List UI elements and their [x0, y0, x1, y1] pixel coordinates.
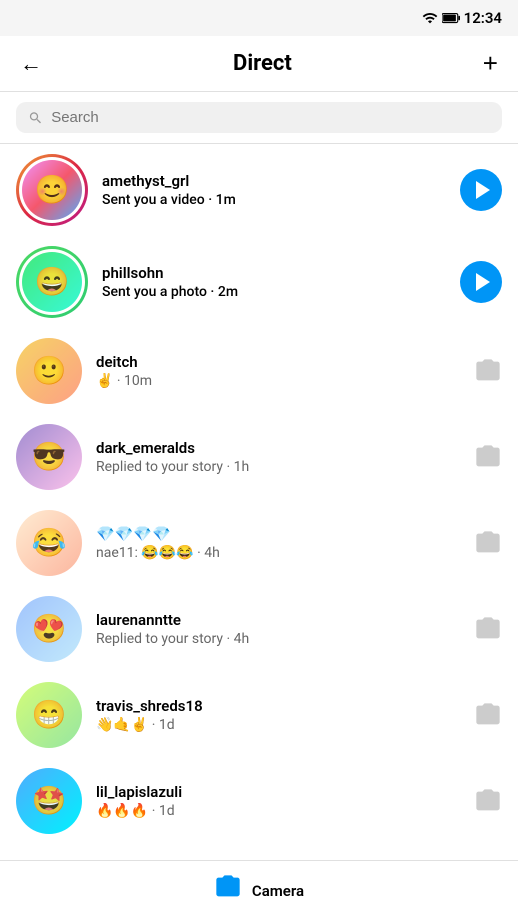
list-item[interactable]: 😁 travis_shreds18 👋🤙✌️ · 1d	[0, 672, 518, 758]
message-preview: ✌️ · 10m	[96, 373, 460, 389]
story-ring-green: 😄	[16, 246, 88, 318]
avatar: 😍	[16, 596, 82, 662]
message-info: travis_shreds18 👋🤙✌️ · 1d	[96, 697, 460, 733]
avatar: 😎	[16, 424, 82, 490]
search-container	[0, 92, 518, 144]
list-item[interactable]: 😍 laurenanntte Replied to your story · 4…	[0, 586, 518, 672]
play-button[interactable]	[460, 261, 502, 303]
avatar: 😁	[16, 682, 82, 748]
camera-action-icon[interactable]	[474, 615, 502, 643]
new-message-button[interactable]: +	[479, 44, 502, 83]
bottom-bar[interactable]: Camera	[0, 860, 518, 920]
avatar-outer: 😄	[16, 246, 88, 318]
list-item[interactable]: 😊 amethyst_grl Sent you a video · 1m	[0, 144, 518, 236]
message-preview: 👋🤙✌️ · 1d	[96, 717, 460, 733]
username: laurenanntte	[96, 611, 460, 629]
message-preview: Sent you a photo · 2m	[102, 284, 446, 300]
search-icon	[28, 110, 43, 126]
username: travis_shreds18	[96, 697, 460, 715]
camera-action-icon[interactable]	[474, 787, 502, 815]
avatar: 🤩	[16, 768, 82, 834]
message-info: deitch ✌️ · 10m	[96, 353, 460, 389]
message-preview: Replied to your story · 4h	[96, 631, 460, 647]
story-ring: 😊	[16, 154, 88, 226]
avatar: 🙂	[16, 338, 82, 404]
camera-action-icon[interactable]	[474, 701, 502, 729]
list-item[interactable]: 😂 💎💎💎💎 nae11: 😂😂😂 · 4h	[0, 500, 518, 586]
username: 💎💎💎💎	[96, 525, 460, 543]
message-preview: Replied to your story · 1h	[96, 459, 460, 475]
username: dark_emeralds	[96, 439, 460, 457]
camera-action-icon[interactable]	[474, 357, 502, 385]
avatar-wrap: 😎	[16, 424, 82, 490]
message-info: lil_lapislazuli 🔥🔥🔥 · 1d	[96, 783, 460, 819]
battery-icon	[442, 11, 460, 25]
search-wrap	[16, 102, 502, 133]
username: lil_lapislazuli	[96, 783, 460, 801]
message-list: 😊 amethyst_grl Sent you a video · 1m	[0, 144, 518, 844]
message-preview: Sent you a video · 1m	[102, 192, 446, 208]
status-icons: 12:34	[422, 9, 502, 27]
list-item[interactable]: 🤩 lil_lapislazuli 🔥🔥🔥 · 1d	[0, 758, 518, 844]
message-info: 💎💎💎💎 nae11: 😂😂😂 · 4h	[96, 525, 460, 561]
avatar-outer: 😊	[16, 154, 88, 226]
camera-bottom-icon	[214, 873, 242, 908]
list-item[interactable]: 😄 phillsohn Sent you a photo · 2m	[0, 236, 518, 328]
avatar: 😄	[22, 252, 82, 312]
avatar-wrap: 😁	[16, 682, 82, 748]
message-info: dark_emeralds Replied to your story · 1h	[96, 439, 460, 475]
status-bar: 12:34	[0, 0, 518, 36]
status-time: 12:34	[464, 9, 502, 27]
avatar-wrap: 🤩	[16, 768, 82, 834]
camera-action-icon[interactable]	[474, 529, 502, 557]
avatar-wrap: 🙂	[16, 338, 82, 404]
camera-action-icon[interactable]	[474, 443, 502, 471]
avatar: 😂	[16, 510, 82, 576]
avatar-wrap: 😂	[16, 510, 82, 576]
message-info: phillsohn Sent you a photo · 2m	[102, 264, 446, 300]
username: deitch	[96, 353, 460, 371]
page-title: Direct	[233, 51, 292, 76]
message-info: laurenanntte Replied to your story · 4h	[96, 611, 460, 647]
message-info: amethyst_grl Sent you a video · 1m	[102, 172, 446, 208]
list-item[interactable]: 😎 dark_emeralds Replied to your story · …	[0, 414, 518, 500]
camera-label: Camera	[252, 882, 304, 900]
username: amethyst_grl	[102, 172, 446, 190]
message-preview: nae11: 😂😂😂 · 4h	[96, 545, 460, 561]
search-input[interactable]	[51, 109, 490, 126]
username: phillsohn	[102, 264, 446, 282]
signal-icon	[422, 10, 438, 26]
back-button[interactable]: ←	[16, 47, 46, 81]
list-item[interactable]: 🙂 deitch ✌️ · 10m	[0, 328, 518, 414]
message-preview: 🔥🔥🔥 · 1d	[96, 803, 460, 819]
play-button[interactable]	[460, 169, 502, 211]
avatar-wrap: 😍	[16, 596, 82, 662]
header: ← Direct +	[0, 36, 518, 92]
avatar: 😊	[22, 160, 82, 220]
